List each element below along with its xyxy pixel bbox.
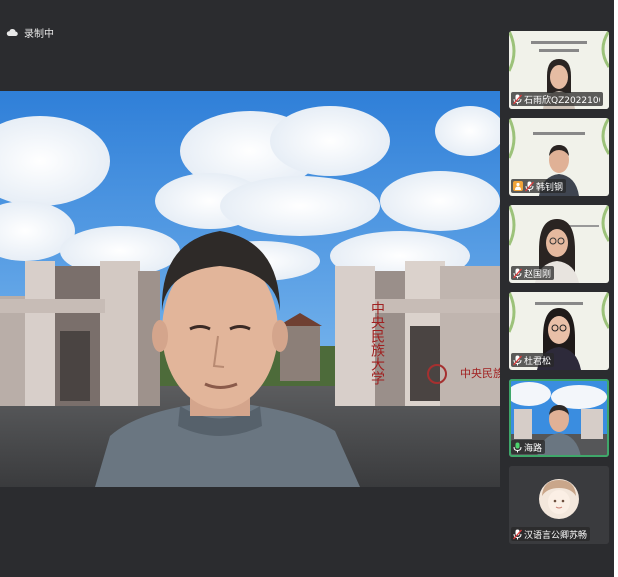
speaker-video[interactable]: 中央民族大学 中央民族大学 — [0, 91, 500, 487]
participants-sidebar: 石雨欣QZ202210077 韩钊钢 — [500, 0, 614, 577]
mic-muted-icon[interactable] — [513, 268, 522, 279]
mic-active-icon[interactable] — [513, 442, 522, 453]
participant-name: 海路 — [524, 443, 543, 454]
recording-label: 录制中 — [24, 29, 54, 40]
participant-name-bar: 赵国刚 — [511, 266, 555, 280]
participant-name: 赵国刚 — [524, 269, 552, 280]
participant-name: 汉语言公卿苏畅 — [524, 530, 588, 541]
participant-tile[interactable]: 石雨欣QZ202210077 — [509, 31, 609, 109]
mic-muted-icon[interactable] — [513, 355, 522, 366]
window-edge — [614, 0, 618, 577]
participant-name-bar: 石雨欣QZ202210077 — [511, 92, 603, 106]
main-video-panel: 录制中 中央民族大学 中央民族 — [0, 0, 500, 577]
participant-name: 杜君松 — [524, 356, 552, 367]
raise-hand-icon — [513, 181, 523, 191]
participant-name-bar: 汉语言公卿苏畅 — [511, 527, 591, 541]
participant-tile[interactable]: 韩钊钢 — [509, 118, 609, 196]
participant-tile[interactable]: 赵国刚 — [509, 205, 609, 283]
mic-muted-icon[interactable] — [513, 529, 522, 540]
gate-text-right: 中央民族大学 — [460, 366, 500, 380]
participant-tile-active[interactable]: 海路 — [509, 379, 609, 457]
participant-name: 韩钊钢 — [536, 182, 564, 193]
participant-name-bar: 韩钊钢 — [511, 179, 567, 193]
participant-name-bar: 杜君松 — [511, 353, 555, 367]
participant-tile[interactable]: 汉语言公卿苏畅 — [509, 466, 609, 544]
mic-muted-icon[interactable] — [513, 94, 522, 105]
participant-name: 石雨欣QZ202210077 — [524, 95, 600, 106]
gate-text-left: 中央民族大学 — [369, 301, 385, 385]
participant-tile[interactable]: 杜君松 — [509, 292, 609, 370]
cloud-icon — [6, 28, 18, 37]
participant-name-bar: 海路 — [511, 440, 546, 454]
recording-indicator: 录制中 — [6, 25, 54, 40]
mic-muted-icon[interactable] — [525, 181, 534, 192]
